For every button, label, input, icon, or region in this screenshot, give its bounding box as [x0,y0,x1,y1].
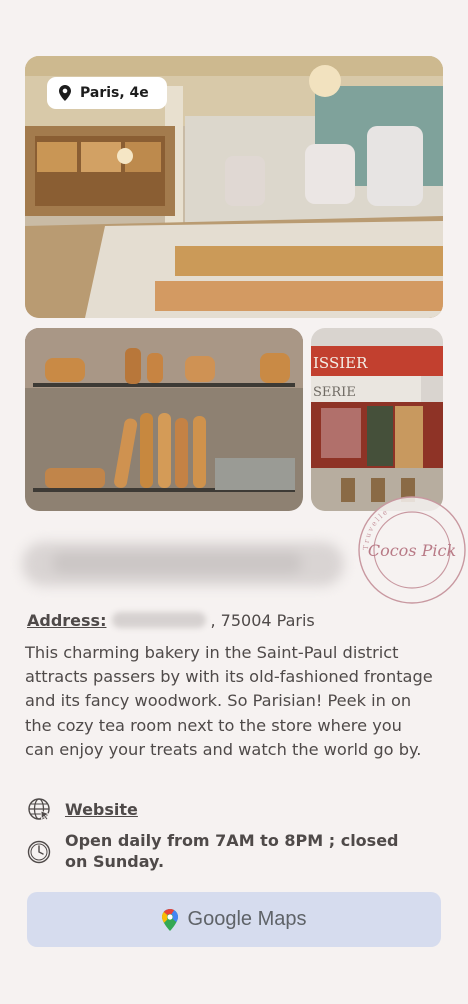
blurred-bakery-name [22,542,344,586]
website-link[interactable]: Website [65,799,138,820]
stamp-text: Cocos Pick [368,541,456,560]
blurred-street [112,612,207,628]
google-maps-pin-icon [161,908,178,931]
map-pin-icon [59,85,71,101]
address-row: Address: , 75004 Paris [27,609,315,631]
address-value: , 75004 Paris [210,610,315,630]
storefront-photo: ISSIER SERIE [311,328,443,511]
google-word: Google [187,908,253,930]
google-maps-label: Google Maps [188,908,307,931]
address-label: Address: [27,610,107,630]
storefront-sign-text-2: SERIE [313,385,356,400]
bread-shelves-photo [25,328,303,511]
cocos-pick-stamp: Truvelle Cocos Pick [358,496,466,604]
storefront-sign-text: ISSIER [313,354,368,372]
bakery-description: This charming bakery in the Saint-Paul d… [25,643,433,759]
globe-icon [28,798,51,821]
maps-word: Maps [257,908,307,930]
location-badge: Paris, 4e [47,77,167,109]
hours-row: Open daily from 7AM to 8PM ; closed on S… [27,830,437,872]
clock-icon [27,840,51,864]
website-row[interactable]: Website [27,797,138,821]
location-label: Paris, 4e [80,85,149,101]
google-maps-button[interactable]: Google Maps [27,892,441,947]
opening-hours: Open daily from 7AM to 8PM ; closed on S… [65,831,399,871]
